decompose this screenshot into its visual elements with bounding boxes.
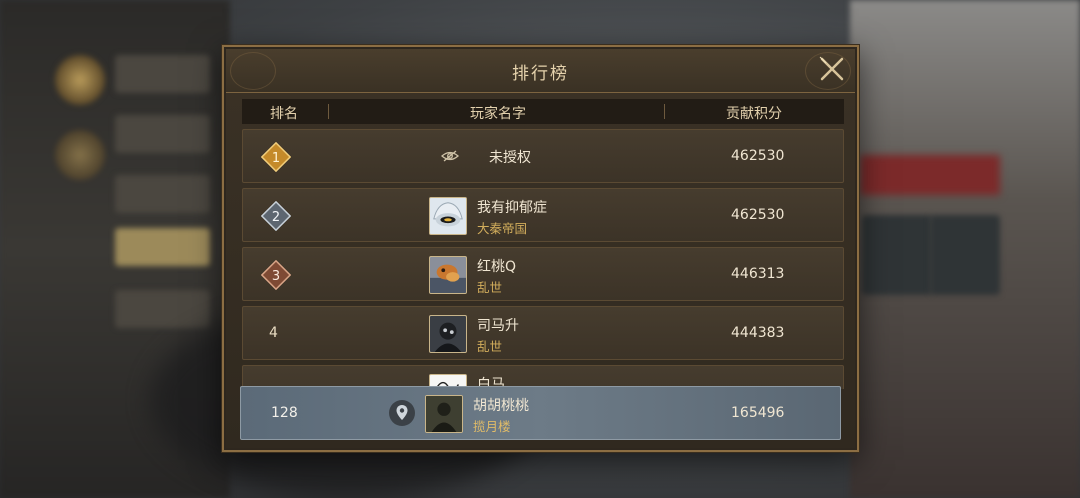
self-score-value: 165496 — [731, 405, 785, 421]
table-row[interactable]: 2 我有抑郁症 大秦帝国 462530 — [242, 188, 844, 242]
location-pin-icon — [396, 405, 408, 420]
bg-emblem-icon — [55, 55, 105, 105]
orange-animal-avatar-icon — [430, 257, 466, 293]
player-guild: 乱世 — [477, 280, 503, 295]
panel-title: 排行榜 — [512, 64, 569, 84]
col-score-header: 贡献积分 — [726, 106, 782, 122]
silhouette-avatar-icon — [426, 396, 462, 432]
header-divider — [664, 104, 665, 119]
bg-emblem-icon — [55, 130, 105, 180]
hidden-eye-icon — [441, 150, 459, 162]
player-guild: 乱世 — [477, 339, 503, 354]
bg-tab — [115, 55, 210, 93]
table-row[interactable]: 1 未授权 462530 — [242, 129, 844, 183]
bg-tab — [115, 175, 210, 213]
score-value: 444383 — [731, 325, 785, 341]
header-divider — [328, 104, 329, 119]
bg-box — [862, 215, 932, 295]
player-name: 我有抑郁症 — [477, 200, 547, 216]
self-player-guild: 揽月楼 — [473, 419, 511, 434]
avatar[interactable] — [425, 395, 463, 433]
self-rank-row[interactable]: 128 胡胡桃桃 揽月楼 165496 — [240, 386, 841, 440]
locate-self-button[interactable] — [389, 400, 415, 426]
self-rank-number: 128 — [271, 405, 298, 421]
gold-rank-badge-icon: 1 — [260, 141, 292, 173]
svg-text:2: 2 — [272, 210, 280, 225]
svg-text:3: 3 — [272, 269, 280, 284]
player-name: 红桃Q — [477, 259, 517, 275]
self-player-name: 胡胡桃桃 — [473, 398, 529, 414]
bg-tab-active — [115, 228, 210, 266]
player-name: 未授权 — [489, 150, 531, 166]
bg-red-banner — [860, 155, 1000, 195]
bronze-rank-badge-icon: 3 — [260, 259, 292, 291]
bg-box — [930, 215, 1000, 295]
bg-tab — [115, 290, 210, 328]
dark-figure-avatar-icon — [430, 316, 466, 352]
score-value: 462530 — [731, 207, 785, 223]
avatar[interactable] — [429, 315, 467, 353]
cartoon-face-avatar-icon — [430, 198, 466, 234]
title-bar: 排行榜 — [226, 49, 855, 93]
avatar[interactable] — [429, 197, 467, 235]
player-guild: 大秦帝国 — [477, 221, 528, 236]
col-player-header: 玩家名字 — [470, 106, 526, 122]
table-row[interactable]: 3 红桃Q 乱世 446313 — [242, 247, 844, 301]
svg-text:1: 1 — [272, 151, 280, 166]
close-x-icon — [819, 56, 844, 81]
close-button[interactable] — [817, 54, 847, 84]
table-header: 排名 玩家名字 贡献积分 — [242, 99, 844, 124]
bg-tab — [115, 115, 210, 153]
score-value: 462530 — [731, 148, 785, 164]
leaderboard-list[interactable]: 1 未授权 462530 2 我有抑郁症 大秦帝国 462530 3 红桃Q 乱… — [242, 129, 844, 389]
player-name: 司马升 — [477, 318, 519, 334]
table-row[interactable]: 4 司马升 乱世 444383 — [242, 306, 844, 360]
score-value: 446313 — [731, 266, 785, 282]
rank-number: 4 — [269, 325, 278, 341]
col-rank-header: 排名 — [270, 106, 298, 122]
avatar[interactable] — [429, 256, 467, 294]
silver-rank-badge-icon: 2 — [260, 200, 292, 232]
